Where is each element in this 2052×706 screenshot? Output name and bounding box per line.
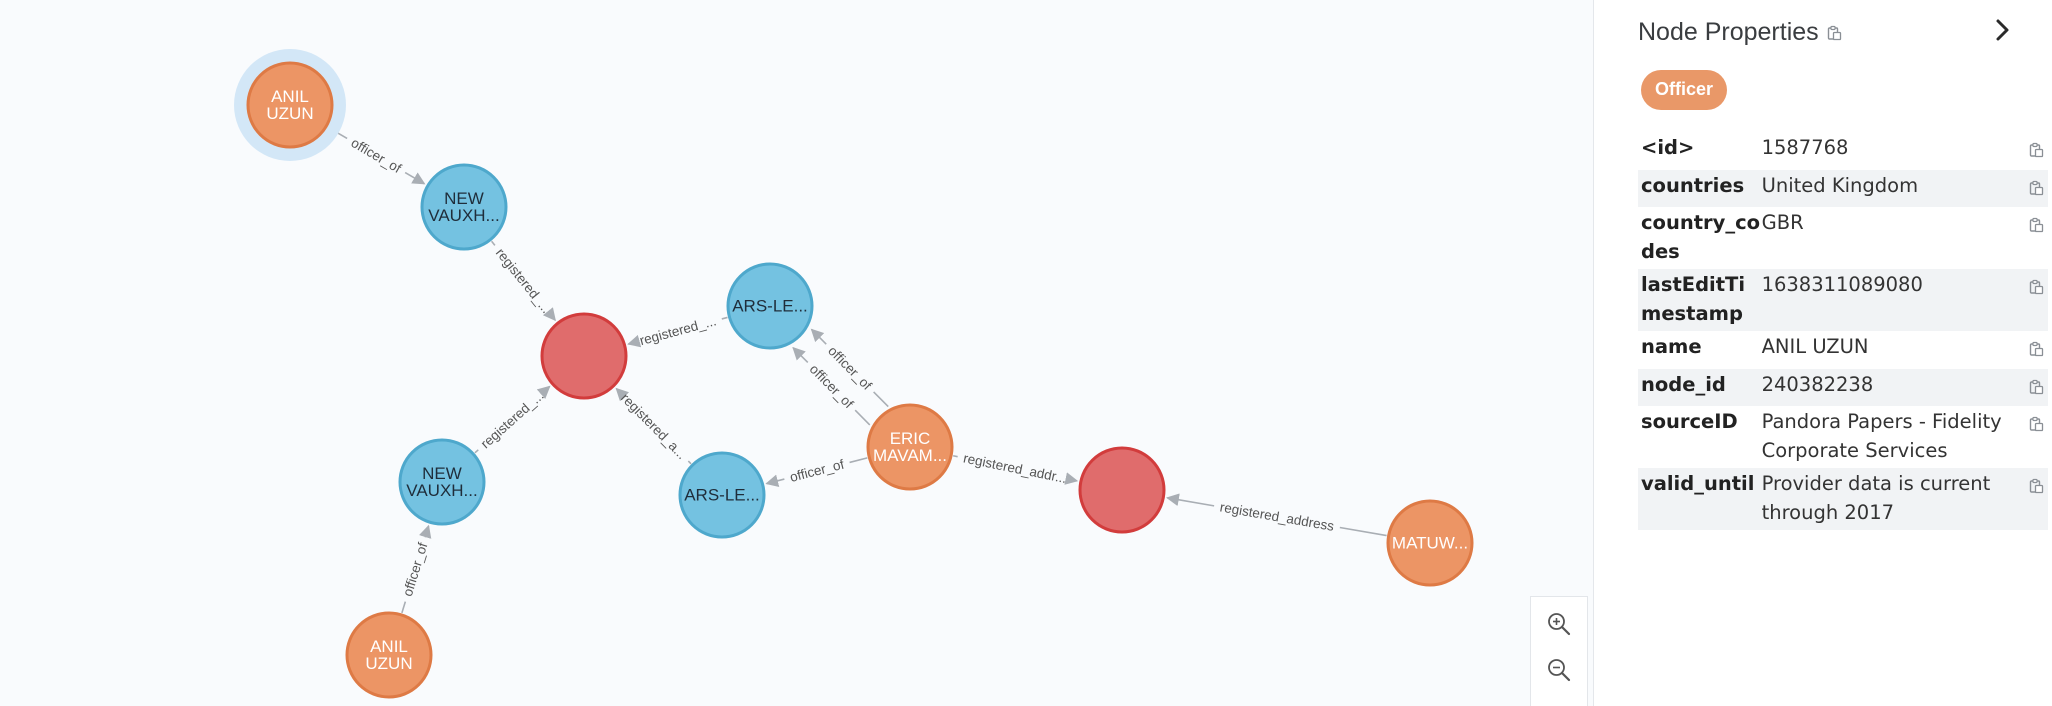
node-circle[interactable] <box>1078 446 1166 534</box>
edge-arrow[interactable] <box>419 524 432 539</box>
edge-label: registered_... <box>478 388 547 452</box>
node-label: VAUXH... <box>406 481 477 500</box>
edge-line[interactable] <box>401 601 407 614</box>
panel-header: Node Properties <box>1616 0 2028 68</box>
edge-arrow[interactable] <box>810 328 827 345</box>
edge-line[interactable] <box>1339 526 1387 537</box>
copy-icon[interactable] <box>2009 331 2048 369</box>
graph-canvas[interactable]: officer_of registered_... registered_... re… <box>0 0 1593 706</box>
graph-node-entity[interactable]: ARS-LE... <box>678 451 766 539</box>
graph-node-officer[interactable]: ANILUZUN <box>345 611 433 699</box>
zoom-controls <box>1530 596 1588 706</box>
edge-label: registered_addr... <box>962 451 1068 487</box>
property-row: country_codes GBR <box>1638 207 2048 269</box>
edge-label: registered_a... <box>618 390 689 462</box>
edge-line[interactable] <box>952 454 958 458</box>
edge-label: officer_of <box>400 541 431 598</box>
node-label: UZUN <box>365 654 412 673</box>
properties-table: <id> 1587768 countries United Kingdom countr… <box>1638 132 2048 530</box>
graph-node-entity[interactable]: ARS-LE... <box>726 262 814 350</box>
graph-node-officer[interactable]: ANILUZUN <box>234 49 346 161</box>
edge-label: officer_of <box>348 135 403 176</box>
property-value: ANIL UZUN <box>1761 335 1869 358</box>
copy-icon[interactable] <box>2008 269 2048 331</box>
zoom-in-icon <box>1548 613 1571 636</box>
chevron-right-icon[interactable] <box>1992 18 2012 47</box>
edge-arrow[interactable] <box>615 387 630 402</box>
edge-line[interactable] <box>873 391 889 408</box>
property-value: GBR <box>1761 211 1804 234</box>
property-row: lastEditTimestamp 1638311089080 <box>1638 269 2048 331</box>
edge-arrow[interactable] <box>542 307 556 322</box>
edge-label: registered_... <box>638 313 718 348</box>
copy-icon[interactable] <box>2009 406 2048 468</box>
node-properties-panel: Node Properties Officer <id> 1587768 count… <box>1593 0 2052 706</box>
edge-arrow[interactable] <box>1064 472 1079 485</box>
node-label: VAUXH... <box>428 206 499 225</box>
label-badge-officer[interactable]: Officer <box>1641 70 1728 110</box>
edge-line[interactable] <box>474 449 479 454</box>
graph-node-address[interactable] <box>1078 446 1166 534</box>
edge-line[interactable] <box>490 240 496 246</box>
edge-arrow[interactable] <box>792 346 809 364</box>
edge-arrow[interactable] <box>1166 493 1215 507</box>
property-row: <id> 1587768 <box>1638 132 2048 170</box>
edge-line[interactable] <box>721 316 728 320</box>
node-label: UZUN <box>266 104 313 123</box>
edge-line[interactable] <box>854 409 871 426</box>
zoom-out-button[interactable] <box>1531 647 1587 693</box>
property-key: node_id <box>1638 368 1762 406</box>
property-key: country_codes <box>1641 211 1761 263</box>
node-label: ARS-LE... <box>732 297 808 316</box>
edge-line[interactable] <box>849 457 868 464</box>
property-key: name <box>1641 335 1702 358</box>
graph-node-officer[interactable]: ERICMAVAM... <box>866 403 954 491</box>
property-row: node_id 240382238 <box>1638 368 2048 406</box>
property-row: name ANIL UZUN <box>1638 331 2048 369</box>
property-value: United Kingdom <box>1761 169 2009 207</box>
property-key: valid_until <box>1638 468 1762 530</box>
property-row: valid_until Provider data is current thro… <box>1638 468 2048 530</box>
edge-arrow[interactable] <box>627 334 642 348</box>
graph-node-entity[interactable]: NEWVAUXH... <box>420 163 508 251</box>
node-label: ARS-LE... <box>684 486 760 505</box>
property-key: lastEditTimestamp <box>1638 269 1762 331</box>
graph-node-entity[interactable]: NEWVAUXH... <box>398 438 486 526</box>
edge-label: officer_of <box>788 457 846 485</box>
node-label: MATUW... <box>1392 534 1468 553</box>
graph-svg[interactable]: officer_ofregistered_...registered_...re… <box>0 0 1593 706</box>
copy-icon[interactable] <box>2008 468 2048 530</box>
property-value: 240382238 <box>1761 368 2009 406</box>
node-circle[interactable] <box>540 312 628 400</box>
property-row: sourceID Pandora Papers - Fidelity Corpor… <box>1638 406 2048 468</box>
node-label: MAVAM... <box>873 446 947 465</box>
copy-icon[interactable] <box>2008 169 2048 207</box>
copy-icon[interactable] <box>1826 25 1842 46</box>
property-key: <id> <box>1641 136 1695 159</box>
graph-node-address[interactable] <box>540 312 628 400</box>
zoom-in-button[interactable] <box>1531 601 1587 647</box>
graph-node-officer[interactable]: MATUW... <box>1386 499 1474 587</box>
property-key: sourceID <box>1641 410 1738 433</box>
property-value: Provider data is current through 2017 <box>1761 468 2009 530</box>
copy-icon[interactable] <box>2009 132 2048 170</box>
copy-icon[interactable] <box>2008 368 2048 406</box>
zoom-out-icon <box>1548 659 1571 682</box>
edge-arrow[interactable] <box>536 385 551 399</box>
property-value: Pandora Papers - Fidelity Corporate Serv… <box>1761 410 2002 462</box>
panel-title: Node Properties <box>1638 18 1819 46</box>
copy-icon[interactable] <box>2009 207 2048 269</box>
edge-line[interactable] <box>687 460 692 465</box>
property-row: countries United Kingdom <box>1638 169 2048 207</box>
edge-label: registered_address <box>1219 499 1336 533</box>
edge-arrow[interactable] <box>765 474 785 487</box>
edge-arrow[interactable] <box>404 171 426 185</box>
property-value: 1638311089080 <box>1761 269 2009 331</box>
property-key: countries <box>1638 169 1762 207</box>
edge-label: registered_... <box>493 245 554 316</box>
property-value: 1587768 <box>1761 136 1849 159</box>
